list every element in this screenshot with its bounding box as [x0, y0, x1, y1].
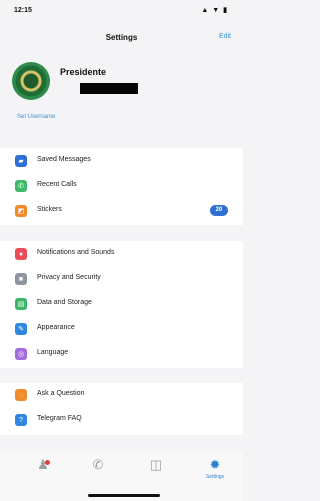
- page-title: Settings: [105, 33, 138, 42]
- menu-item-appearance[interactable]: ✎ Appearance: [0, 320, 243, 338]
- settings-icon: ✹: [209, 457, 221, 472]
- menu-item-recent-calls[interactable]: ✆ Recent Calls: [0, 177, 243, 195]
- menu-item-label: Appearance: [37, 324, 75, 331]
- menu-item-label: Stickers: [37, 206, 62, 213]
- menu-item-saved-messages[interactable]: ▰ Saved Messages: [0, 152, 243, 170]
- menu-item-telegram-faq[interactable]: ? Telegram FAQ: [0, 411, 243, 429]
- menu-item-label: Notifications and Sounds: [37, 249, 115, 256]
- bookmark-icon: ▰: [15, 155, 27, 167]
- avatar[interactable]: [12, 62, 50, 100]
- menu-item-language[interactable]: ◎ Language: [0, 345, 243, 363]
- notification-dot: [45, 460, 50, 465]
- profile-name: Presidente: [60, 67, 107, 77]
- tab-settings-label: Settings: [205, 474, 225, 480]
- brush-icon: ✎: [15, 323, 27, 335]
- globe-icon: ◎: [15, 348, 27, 360]
- question-icon: ?: [15, 414, 27, 426]
- contacts-icon: ♟: [37, 457, 49, 472]
- lock-icon: ■: [15, 273, 27, 285]
- status-bar: 12:15 ▲ ▼ ▮: [0, 0, 243, 20]
- tab-calls[interactable]: ✆: [78, 458, 118, 488]
- menu-item-notifications-and-sounds[interactable]: ● Notifications and Sounds: [0, 245, 243, 263]
- menu-item-stickers[interactable]: ◩ Stickers 20: [0, 202, 243, 220]
- redacted-phone-number: [80, 83, 138, 94]
- edit-button[interactable]: Edit: [219, 33, 231, 40]
- tab-chats[interactable]: ◫: [136, 458, 176, 488]
- menu-item-label: Telegram FAQ: [37, 415, 82, 422]
- set-username-link[interactable]: Set Username: [17, 114, 55, 120]
- status-icons: ▲ ▼ ▮: [201, 7, 228, 14]
- menu-item-ask-a-question[interactable]: ◌ Ask a Question: [0, 386, 243, 404]
- tab-settings[interactable]: ✹ Settings: [195, 458, 235, 488]
- tab-contacts[interactable]: ♟: [23, 458, 63, 488]
- menu-item-label: Ask a Question: [37, 390, 85, 397]
- sticker-icon: ◩: [15, 205, 27, 217]
- menu-item-label: Recent Calls: [37, 181, 77, 188]
- calls-icon: ✆: [92, 457, 104, 472]
- chat-icon: ◌: [15, 389, 27, 401]
- menu-item-label: Saved Messages: [37, 156, 91, 163]
- phone-icon: ✆: [15, 180, 27, 192]
- menu-item-label: Data and Storage: [37, 299, 92, 306]
- menu-item-data-and-storage[interactable]: ▤ Data and Storage: [0, 295, 243, 313]
- menu-item-label: Privacy and Security: [37, 274, 101, 281]
- bell-icon: ●: [15, 248, 27, 260]
- storage-icon: ▤: [15, 298, 27, 310]
- chats-icon: ◫: [149, 457, 163, 472]
- status-time: 12:15: [14, 7, 32, 14]
- count-badge: 20: [210, 205, 228, 216]
- menu-item-privacy-and-security[interactable]: ■ Privacy and Security: [0, 270, 243, 288]
- menu-item-label: Language: [37, 349, 69, 356]
- home-indicator: [88, 494, 160, 497]
